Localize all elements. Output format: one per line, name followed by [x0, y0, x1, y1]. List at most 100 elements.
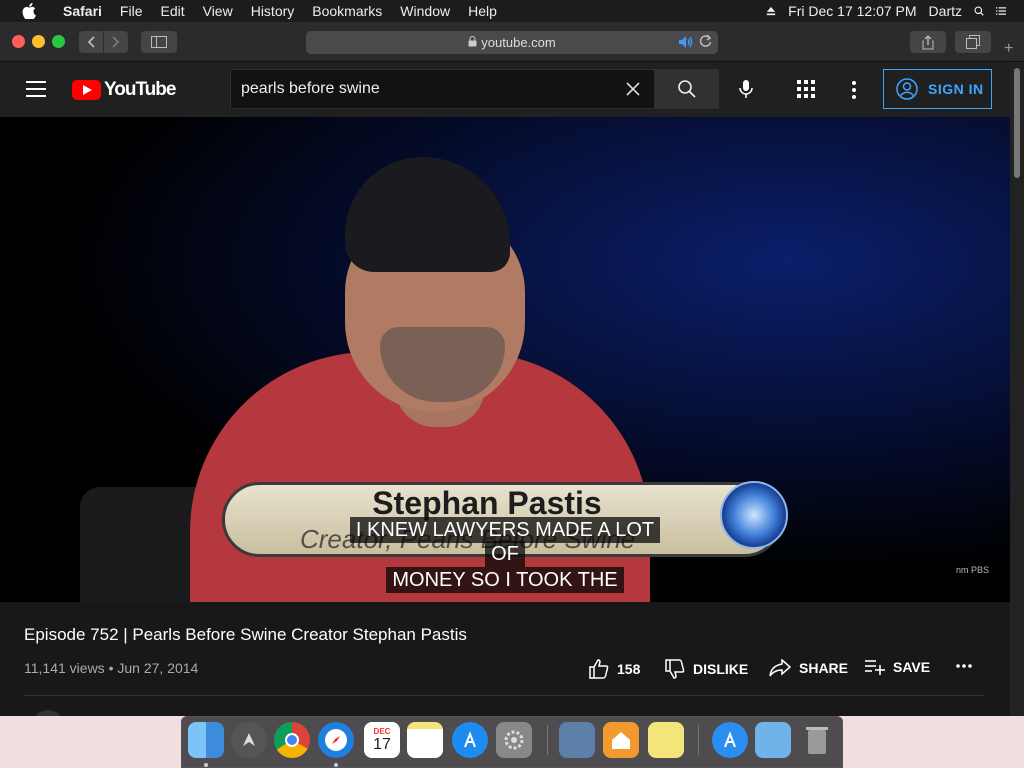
- address-bar[interactable]: youtube.com: [306, 31, 718, 54]
- caption-text-3: MONEY SO I TOOK THE: [386, 567, 624, 593]
- show-tabs-button[interactable]: [955, 31, 991, 53]
- video-meta: 11,141 views • Jun 27, 2014: [24, 660, 199, 676]
- notification-center-icon[interactable]: [990, 5, 1012, 17]
- menu-help[interactable]: Help: [459, 0, 506, 22]
- calendar-day: 17: [373, 735, 391, 753]
- notes-icon[interactable]: [407, 722, 443, 758]
- clear-search-icon[interactable]: [626, 80, 640, 100]
- menu-view[interactable]: View: [194, 0, 242, 22]
- view-count: 11,141 views: [24, 660, 105, 676]
- scrollbar-thumb[interactable]: [1014, 68, 1020, 178]
- launchpad-icon[interactable]: [231, 722, 267, 758]
- finder-running-indicator: [204, 763, 208, 767]
- caption-line-3: MONEY SO I TOOK THE: [0, 567, 1010, 593]
- app-store-downloads-icon[interactable]: [712, 722, 748, 758]
- apple-icon[interactable]: [18, 0, 40, 22]
- channel-avatar[interactable]: [33, 710, 63, 716]
- search-button[interactable]: [655, 69, 719, 109]
- menu-window[interactable]: Window: [391, 0, 459, 22]
- youtube-play-logo-icon: [72, 80, 101, 100]
- menu-bookmarks[interactable]: Bookmarks: [303, 0, 391, 22]
- chevron-right-icon: [112, 36, 120, 48]
- app-store-icon[interactable]: [452, 722, 488, 758]
- sign-in-label: SIGN IN: [928, 81, 984, 97]
- url-text: youtube.com: [481, 35, 556, 50]
- playlist-add-icon: [865, 659, 885, 675]
- thumbs-up-icon: [589, 659, 609, 679]
- safari-icon[interactable]: [318, 722, 354, 758]
- youtube-logo[interactable]: YouTube: [72, 79, 176, 101]
- youtube-header: YouTube pearls before swine SIGN IN: [0, 62, 1010, 117]
- calendar-icon[interactable]: DEC 17: [364, 722, 400, 758]
- menu-bar: Safari File Edit View History Bookmarks …: [0, 0, 1024, 22]
- dock-separator-2: [698, 725, 699, 755]
- pbs-watermark: nm PBS: [956, 565, 990, 575]
- menu-history[interactable]: History: [242, 0, 304, 22]
- page-scrollbar[interactable]: [1010, 62, 1024, 716]
- menu-edit[interactable]: Edit: [151, 0, 193, 22]
- share-video-button[interactable]: SHARE: [769, 659, 848, 677]
- close-window-button[interactable]: [12, 35, 25, 48]
- share-label: SHARE: [799, 660, 849, 676]
- trash-icon[interactable]: [799, 722, 835, 758]
- share-button[interactable]: [910, 31, 946, 53]
- menu-app-safari[interactable]: Safari: [54, 0, 111, 22]
- video-title: Episode 752 | Pearls Before Swine Creato…: [24, 625, 467, 644]
- dislike-label: DISLIKE: [693, 661, 749, 677]
- account-circle-icon: [896, 78, 918, 100]
- youtube-logo-text: YouTube: [104, 79, 176, 100]
- finder-icon[interactable]: [188, 722, 224, 758]
- home-icon[interactable]: [603, 722, 639, 758]
- spotlight-search-icon[interactable]: [968, 4, 990, 18]
- calendar-month: DEC: [373, 726, 391, 736]
- voice-search-button[interactable]: [733, 76, 759, 102]
- caption-text-2: OF: [485, 541, 525, 567]
- sidebar-icon: [151, 36, 167, 48]
- system-preferences-icon[interactable]: [496, 722, 532, 758]
- tabs-icon: [966, 35, 980, 49]
- share-arrow-icon: [769, 659, 791, 677]
- chevron-left-icon: [87, 36, 95, 48]
- apps-grid-icon[interactable]: [797, 80, 817, 100]
- share-icon: [922, 34, 934, 49]
- chrome-icon[interactable]: [274, 722, 310, 758]
- audio-playing-icon[interactable]: [678, 35, 694, 52]
- minimize-window-button[interactable]: [32, 35, 45, 48]
- safari-toolbar: youtube.com: [0, 22, 1024, 62]
- safari-running-indicator: [334, 763, 338, 767]
- youtube-page: YouTube pearls before swine SIGN IN Step…: [0, 62, 1010, 716]
- macos-dock: DEC 17: [181, 716, 843, 768]
- microphone-icon: [739, 80, 753, 98]
- preview-image-icon[interactable]: [559, 722, 595, 758]
- search-icon: [678, 80, 696, 98]
- settings-more-icon[interactable]: [846, 79, 862, 101]
- upload-date: Jun 27, 2014: [117, 660, 199, 676]
- like-count: 158: [617, 661, 641, 677]
- save-label: SAVE: [893, 659, 931, 675]
- save-button[interactable]: SAVE: [865, 659, 930, 675]
- section-divider: [24, 695, 984, 696]
- search-input[interactable]: pearls before swine: [230, 69, 655, 109]
- eject-icon[interactable]: [760, 5, 782, 17]
- new-tab-plus-icon[interactable]: +: [1004, 40, 1013, 58]
- more-actions-icon[interactable]: [955, 657, 973, 680]
- reload-icon[interactable]: [699, 34, 712, 51]
- sidebar-toggle-button[interactable]: [141, 31, 177, 53]
- clock-datetime[interactable]: Fri Dec 17 12:07 PM: [782, 3, 922, 19]
- dock-separator: [547, 725, 548, 755]
- fullscreen-window-button[interactable]: [52, 35, 65, 48]
- sign-in-button[interactable]: SIGN IN: [883, 69, 992, 109]
- back-button[interactable]: [79, 31, 103, 53]
- hamburger-menu-icon[interactable]: [26, 81, 46, 97]
- video-player[interactable]: Stephan Pastis Creator, Pearls Before Sw…: [0, 117, 1010, 602]
- folder-icon[interactable]: [755, 722, 791, 758]
- user-name[interactable]: Dartz: [923, 3, 968, 19]
- like-button[interactable]: 158: [589, 659, 640, 679]
- menu-file[interactable]: File: [111, 0, 152, 22]
- caption-line-1: I KNEW LAWYERS MADE A LOT: [0, 517, 1010, 543]
- dislike-button[interactable]: DISLIKE: [665, 659, 748, 679]
- forward-button[interactable]: [104, 31, 128, 53]
- stickies-icon[interactable]: [648, 722, 684, 758]
- thumbs-down-icon: [665, 659, 685, 679]
- caption-text-1: I KNEW LAWYERS MADE A LOT: [349, 517, 661, 543]
